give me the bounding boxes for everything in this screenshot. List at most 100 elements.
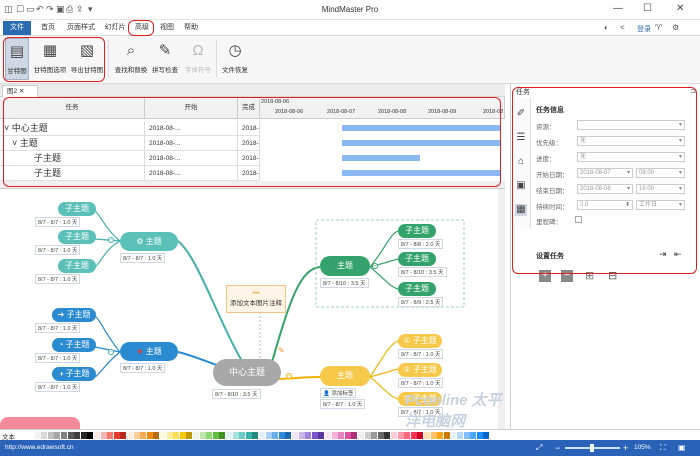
edit-icon[interactable]: ✎ [278, 346, 285, 355]
subtopic-node[interactable]: 子主题 [398, 282, 436, 296]
tab-home[interactable]: 首页 [35, 21, 61, 35]
color-swatch[interactable] [358, 432, 364, 439]
subtopic-node[interactable]: ◑ 子主题 [52, 367, 96, 381]
color-swatch[interactable] [325, 432, 331, 439]
find-replace-button[interactable]: ⌕ 查找和替换 [112, 38, 150, 80]
subtopic-node[interactable]: 子主题 [398, 252, 436, 266]
color-swatch[interactable] [463, 432, 470, 439]
tab-view[interactable]: 视图 [156, 21, 178, 35]
color-swatch[interactable] [226, 432, 232, 439]
zoom-slider-thumb[interactable] [590, 444, 594, 452]
fullscreen-icon[interactable]: ⛶ [660, 440, 666, 456]
color-swatch[interactable] [133, 432, 140, 439]
settings-icon[interactable]: ⚙ [672, 23, 679, 32]
color-swatch[interactable] [397, 432, 404, 439]
color-swatch[interactable] [146, 432, 153, 439]
color-swatch[interactable] [259, 432, 265, 439]
color-swatch[interactable] [265, 432, 272, 439]
color-swatch[interactable] [311, 432, 318, 439]
color-swatch[interactable] [252, 432, 259, 439]
topic-node[interactable]: 主题 [320, 366, 370, 386]
color-swatch[interactable] [113, 432, 120, 439]
topic-node[interactable]: ⚙ 主题 [120, 232, 178, 251]
color-swatch[interactable] [476, 432, 483, 439]
color-swatch[interactable] [153, 432, 160, 439]
color-swatch[interactable] [450, 432, 457, 439]
color-swatch[interactable] [417, 432, 424, 439]
subtopic-node[interactable]: 子主题 [58, 202, 96, 216]
subtopic-node[interactable]: 子主题 [58, 259, 96, 273]
tab-file[interactable]: 文件 [3, 21, 31, 35]
color-swatch[interactable] [140, 432, 147, 439]
fit-page-icon[interactable]: ⤢ [536, 440, 542, 456]
color-swatch[interactable] [47, 432, 54, 439]
color-swatch[interactable] [285, 432, 292, 439]
subtopic-node[interactable]: ② 子主题 [398, 363, 442, 377]
color-swatch[interactable] [457, 432, 463, 439]
color-swatch[interactable] [212, 432, 219, 439]
color-swatch[interactable] [364, 432, 371, 439]
color-swatch[interactable] [87, 432, 94, 439]
color-swatch[interactable] [74, 432, 81, 439]
subtopic-node[interactable]: ◔ 子主题 [52, 338, 96, 352]
color-swatch[interactable] [437, 432, 444, 439]
minimize-button[interactable]: — [613, 3, 623, 14]
color-swatch[interactable] [127, 432, 133, 439]
tab-slides[interactable]: 幻灯片 [101, 21, 129, 35]
color-swatch[interactable] [331, 432, 338, 439]
collapse-toggle[interactable]: − [286, 373, 292, 379]
tab-page-style[interactable]: 页面样式 [63, 21, 99, 35]
zoom-out-icon[interactable]: − [555, 440, 560, 456]
color-swatch[interactable] [28, 432, 34, 439]
zoom-in-icon[interactable]: + [623, 440, 628, 456]
color-swatch[interactable] [179, 432, 186, 439]
subtopic-node[interactable]: 子主题 [398, 224, 436, 238]
community-icon[interactable]: ◐ [604, 23, 609, 32]
subtopic-node[interactable]: ➜ 子主题 [52, 308, 96, 322]
color-swatch[interactable] [391, 432, 397, 439]
spell-check-button[interactable]: ✎ 拼写检查 [151, 38, 179, 80]
collapse-toggle[interactable]: − [372, 263, 378, 269]
share-icon[interactable]: < [620, 23, 625, 32]
color-swatch[interactable] [292, 432, 298, 439]
color-swatch[interactable] [424, 432, 430, 439]
color-swatch[interactable] [371, 432, 378, 439]
color-swatch[interactable] [166, 432, 173, 439]
color-swatch[interactable] [344, 432, 351, 439]
color-swatch[interactable] [120, 432, 127, 439]
color-swatch[interactable] [377, 432, 384, 439]
color-swatch[interactable] [470, 432, 477, 439]
color-swatch[interactable] [245, 432, 252, 439]
color-swatch[interactable] [298, 432, 305, 439]
topic-node-partial[interactable] [0, 417, 80, 429]
color-swatch[interactable] [219, 432, 226, 439]
color-swatch[interactable] [34, 432, 41, 439]
color-swatch[interactable] [410, 432, 417, 439]
status-url[interactable]: http://www.edrawsoft.cn [5, 440, 74, 456]
collapse-toggle[interactable]: − [108, 349, 114, 355]
color-swatch[interactable] [338, 432, 345, 439]
font-symbol-button[interactable]: Ω 字体符号 [183, 38, 213, 80]
color-swatch[interactable] [100, 432, 107, 439]
color-swatch[interactable] [232, 432, 239, 439]
color-swatch[interactable] [483, 432, 490, 439]
collapse-toggle[interactable]: − [108, 237, 114, 243]
central-topic[interactable]: 中心主题 [213, 359, 281, 386]
color-swatch[interactable] [94, 432, 100, 439]
color-swatch[interactable] [186, 432, 193, 439]
color-swatch[interactable] [443, 432, 450, 439]
color-swatch[interactable] [305, 432, 312, 439]
file-recovery-button[interactable]: ◷ 文件恢复 [220, 38, 250, 80]
subtopic-node[interactable]: 子主题 [58, 230, 96, 244]
floating-topic[interactable]: ••• 添加文本图片注释 [226, 285, 286, 313]
color-swatch[interactable] [193, 432, 199, 439]
close-tab-icon[interactable]: ✕ [19, 88, 24, 95]
tab-doc[interactable]: 图2 ✕ [2, 85, 38, 97]
close-button[interactable]: ✕ [676, 3, 684, 14]
color-swatch[interactable] [318, 432, 325, 439]
color-swatch[interactable] [206, 432, 213, 439]
topic-node[interactable]: ★ 主题 [120, 342, 178, 361]
color-swatch[interactable] [80, 432, 87, 439]
color-swatch[interactable] [107, 432, 114, 439]
color-swatch[interactable] [54, 432, 61, 439]
